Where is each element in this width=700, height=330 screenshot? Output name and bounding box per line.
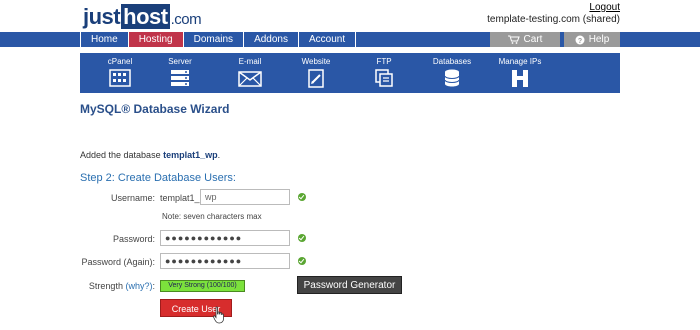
toolbar-server-label: Server <box>168 57 192 66</box>
help-label: Help <box>588 34 610 45</box>
website-icon <box>308 69 324 88</box>
nav-addons[interactable]: Addons <box>243 32 298 47</box>
nav-account[interactable]: Account <box>297 32 357 47</box>
username-prefix: templat1_ <box>160 193 200 203</box>
nav-right-buttons: Cart ? Help <box>486 32 620 47</box>
main-nav: Home Hosting Domains Addons Account <box>80 32 357 47</box>
toolbar-cpanel-label: cPanel <box>107 57 133 66</box>
email-icon <box>238 71 262 87</box>
password-label: Password: <box>112 234 155 244</box>
username-input[interactable]: wp <box>200 189 290 205</box>
logout-link[interactable]: Logout <box>589 2 620 13</box>
toolbar-website-label: Website <box>301 57 331 66</box>
strength-why-link[interactable]: (why?) <box>125 281 152 291</box>
username-valid-check-icon <box>298 193 306 201</box>
strength-label-text: Strength <box>88 281 123 291</box>
logo-com: .com <box>170 11 202 28</box>
added-prefix: Added the database <box>80 150 164 160</box>
password-again-input[interactable]: ●●●●●●●●●●●● <box>160 253 290 269</box>
password-valid-check-icon <box>298 234 306 242</box>
toolbar-email-label: E-mail <box>238 57 262 66</box>
step-title: Step 2: Create Database Users: <box>80 172 236 184</box>
logo-host: host <box>121 4 170 29</box>
toolbar-manage-ips-label: Manage IPs <box>498 57 542 66</box>
databases-icon <box>444 69 460 87</box>
nav-hosting[interactable]: Hosting <box>127 32 183 47</box>
help-button[interactable]: ? Help <box>564 32 620 47</box>
cart-label: Cart <box>523 34 543 45</box>
added-database-name: templat1_wp <box>163 150 218 160</box>
toolbar-cpanel[interactable]: cPanel <box>90 57 150 88</box>
toolbar-ftp[interactable]: FTP <box>354 57 414 88</box>
toolbar-server[interactable]: Server <box>150 57 210 88</box>
password-again-label: Password (Again): <box>81 257 155 267</box>
added-database-message: Added the database templat1_wp. <box>80 150 220 160</box>
page-title: MySQL® Database Wizard <box>80 102 230 116</box>
toolbar-databases-label: Databases <box>432 57 472 66</box>
cart-icon <box>507 35 520 44</box>
justhost-logo[interactable]: just host .com <box>83 4 202 30</box>
logo-just: just <box>83 4 121 29</box>
username-note: Note: seven characters max <box>162 212 262 221</box>
hosting-toolbar: cPanel Server E-mail Website FTP Databas… <box>80 53 620 93</box>
ftp-icon <box>375 69 393 87</box>
added-suffix: . <box>217 150 221 160</box>
cpanel-icon <box>109 69 131 87</box>
svg-text:?: ? <box>578 38 582 45</box>
account-domain: template-testing.com (shared) <box>487 14 620 25</box>
top-navigation-bar: Home Hosting Domains Addons Account Cart… <box>0 32 700 47</box>
help-icon: ? <box>575 35 585 45</box>
password-generator-button[interactable]: Password Generator <box>297 276 402 294</box>
server-icon <box>171 70 189 86</box>
hand-cursor-icon <box>213 306 224 324</box>
password-input[interactable]: ●●●●●●●●●●●● <box>160 230 290 246</box>
toolbar-email[interactable]: E-mail <box>220 57 280 88</box>
password-again-valid-check-icon <box>298 257 306 265</box>
toolbar-ftp-label: FTP <box>376 57 392 66</box>
toolbar-manage-ips[interactable]: Manage IPs <box>490 57 550 88</box>
username-label: Username: <box>110 193 155 203</box>
nav-home[interactable]: Home <box>80 32 128 47</box>
toolbar-website[interactable]: Website <box>286 57 346 88</box>
strength-label: Strength (why?): <box>35 281 155 291</box>
manage-ips-icon <box>512 70 528 87</box>
password-strength-meter: Very Strong (100/100) <box>160 280 245 292</box>
nav-domains[interactable]: Domains <box>182 32 243 47</box>
toolbar-databases[interactable]: Databases <box>422 57 482 88</box>
cart-button[interactable]: Cart <box>490 32 560 47</box>
strength-label-colon: : <box>152 281 155 291</box>
